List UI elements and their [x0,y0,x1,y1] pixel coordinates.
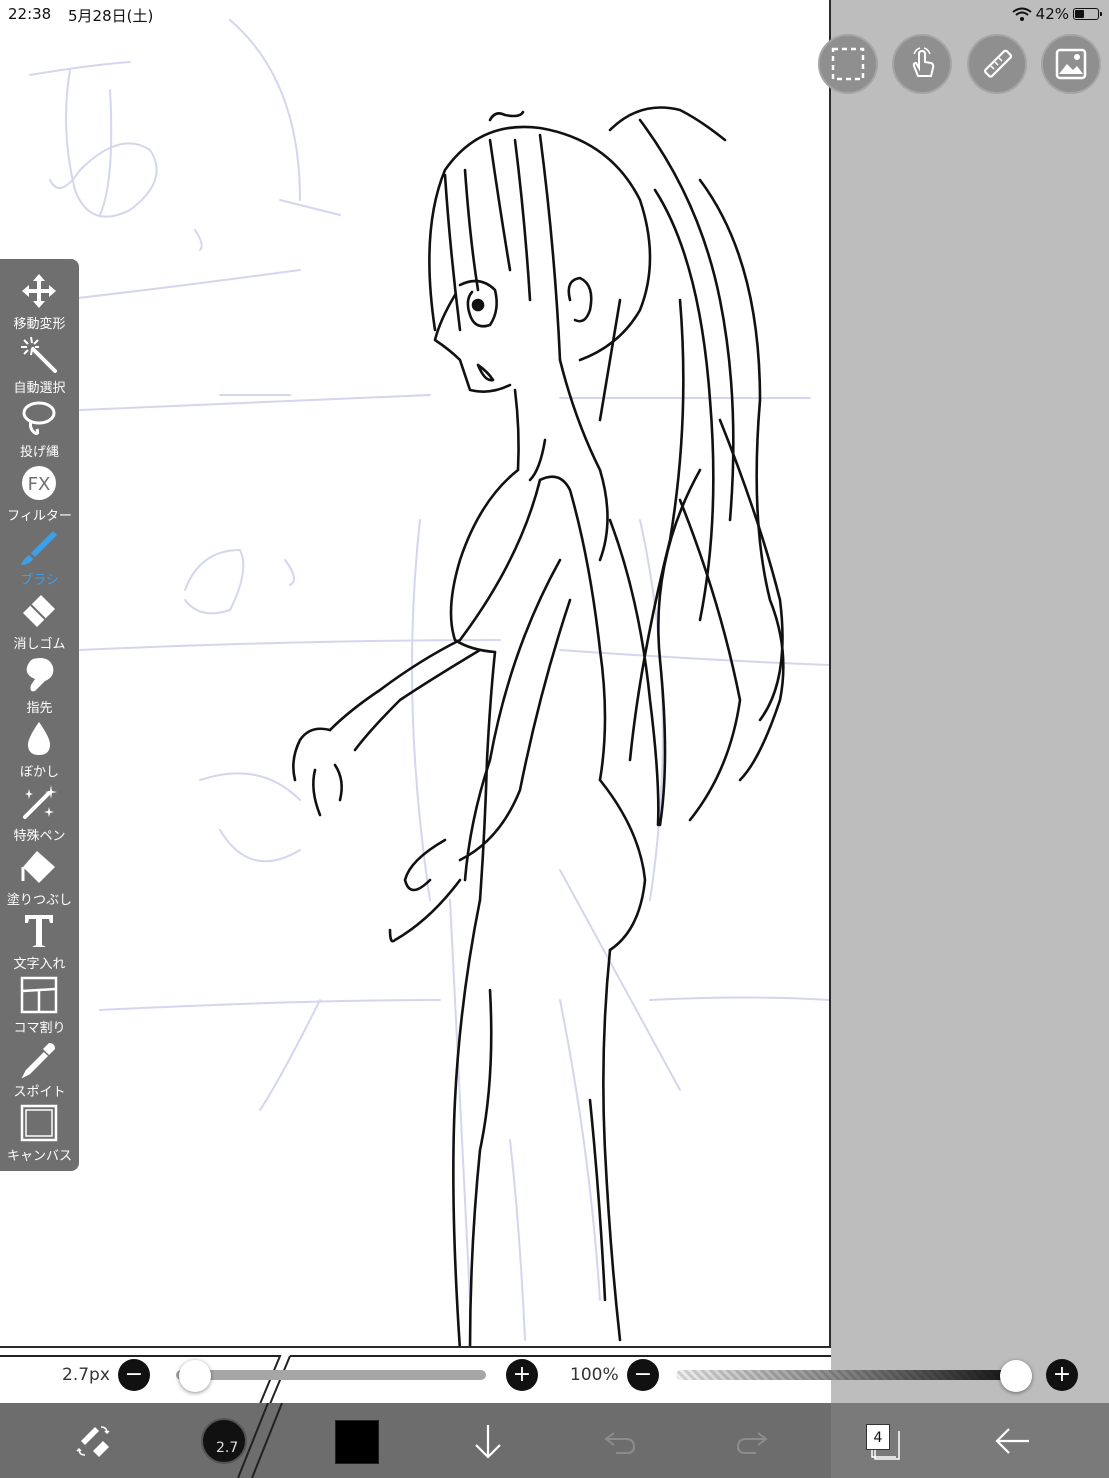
tool-palette: 移動変形 自動選択 投げ縄 FX フィルター ブラシ 消しゴム 指先 ぼかし 特… [0,259,79,1171]
tool-label: ぼかし [19,765,59,780]
tool-lasso[interactable]: 投げ縄 [0,397,79,461]
tool-label: キャンバス [6,1149,72,1164]
svg-text:FX: FX [28,474,51,495]
brush-icon [21,531,57,565]
status-time: 22:38 [8,5,52,23]
canvas-edge-right [829,0,831,1350]
tool-label: フィルター [7,509,72,524]
drawing-canvas[interactable] [0,0,830,1350]
size-increase-button[interactable]: + [506,1359,538,1391]
brush-size-label: 2.7 [216,1440,239,1456]
touch-gesture-icon [912,47,935,77]
save-down-button[interactable] [463,1416,513,1466]
bottom-bar-divider [237,1403,283,1478]
tool-label: 移動変形 [13,317,66,332]
opacity-slider-knob[interactable] [1000,1360,1032,1392]
magic-wand-icon [21,336,57,373]
back-button[interactable] [988,1416,1038,1466]
tool-panel[interactable]: コマ割り [0,973,79,1037]
tool-label: 指先 [26,701,53,716]
undo-button[interactable] [595,1416,645,1466]
status-bar: 22:38 5月28日(土) 42% [0,0,1109,28]
layer-count-badge: 4 [866,1424,890,1450]
undo-icon [604,1432,636,1454]
eraser-icon [23,595,55,627]
minus-icon: − [124,1362,144,1387]
color-swatch-button[interactable] [335,1420,379,1464]
tool-label: 投げ縄 [19,445,59,460]
tool-canvas[interactable]: キャンバス [0,1101,79,1165]
tool-label: 塗りつぶし [6,893,73,908]
tool-filter[interactable]: FX フィルター [0,461,79,525]
brush-size-value: 2.7px [62,1365,110,1385]
finger-icon [26,658,54,692]
opacity-decrease-button[interactable]: − [627,1359,659,1391]
tool-label: 消しゴム [13,637,66,652]
size-decrease-button[interactable]: − [118,1359,150,1391]
special-pen-icon [23,785,57,819]
pen-eraser-swap-icon [76,1426,110,1457]
plus-icon: + [1052,1362,1072,1387]
material-button[interactable] [1041,34,1101,94]
battery-icon [1073,8,1102,20]
eyedropper-icon [21,1043,55,1079]
redo-icon [736,1432,768,1454]
workspace-background [831,0,1109,1403]
fx-icon: FX [22,466,56,500]
tool-brush[interactable]: ブラシ [0,525,79,589]
wifi-icon [1012,7,1032,21]
tool-blur[interactable]: ぼかし [0,717,79,781]
tool-move[interactable]: 移動変形 [0,269,79,333]
ruler-button[interactable] [967,34,1027,94]
tool-label: 自動選択 [13,381,66,396]
battery-fill [1075,10,1084,18]
panel-divide-icon [20,976,58,1014]
opacity-slider[interactable] [676,1370,1016,1380]
tool-label: ブラシ [20,573,59,588]
status-indicators: 42% [1012,5,1102,23]
brush-size-slider[interactable] [176,1370,486,1380]
move-transform-icon [22,274,56,308]
ruler-icon [984,49,1013,78]
arrow-left-icon [995,1428,1029,1454]
text-icon [25,915,53,947]
selection-icon [831,47,865,81]
opacity-increase-button[interactable]: + [1046,1359,1078,1391]
plus-icon: + [512,1362,532,1387]
tool-label: コマ割り [13,1021,66,1036]
tool-auto-select[interactable]: 自動選択 [0,333,79,397]
blur-drop-icon [27,722,51,755]
tool-special-pen[interactable]: 特殊ペン [0,781,79,845]
redo-button[interactable] [727,1416,777,1466]
opacity-value: 100% [570,1365,619,1385]
fill-bucket-icon [21,851,55,883]
material-image-icon [1055,48,1087,80]
touch-gesture-button[interactable] [892,34,952,94]
tool-text[interactable]: 文字入れ [0,909,79,973]
tool-label: スポイト [13,1085,66,1100]
swap-tool-button[interactable] [68,1416,118,1466]
tool-label: 文字入れ [13,957,66,972]
brush-size-slider-knob[interactable] [178,1360,211,1392]
arrow-down-icon [475,1425,501,1459]
tool-eyedropper[interactable]: スポイト [0,1037,79,1101]
selection-button[interactable] [818,34,878,94]
tool-eraser[interactable]: 消しゴム [0,589,79,653]
battery-percent: 42% [1035,5,1069,23]
status-date: 5月28日(土) [68,7,154,25]
tool-finger[interactable]: 指先 [0,653,79,717]
minus-icon: − [633,1362,653,1387]
lasso-icon [22,401,56,435]
tool-label: 特殊ペン [13,829,66,844]
sketch-drawing [29,19,830,1350]
tool-fill[interactable]: 塗りつぶし [0,845,79,909]
canvas-icon [20,1104,58,1142]
